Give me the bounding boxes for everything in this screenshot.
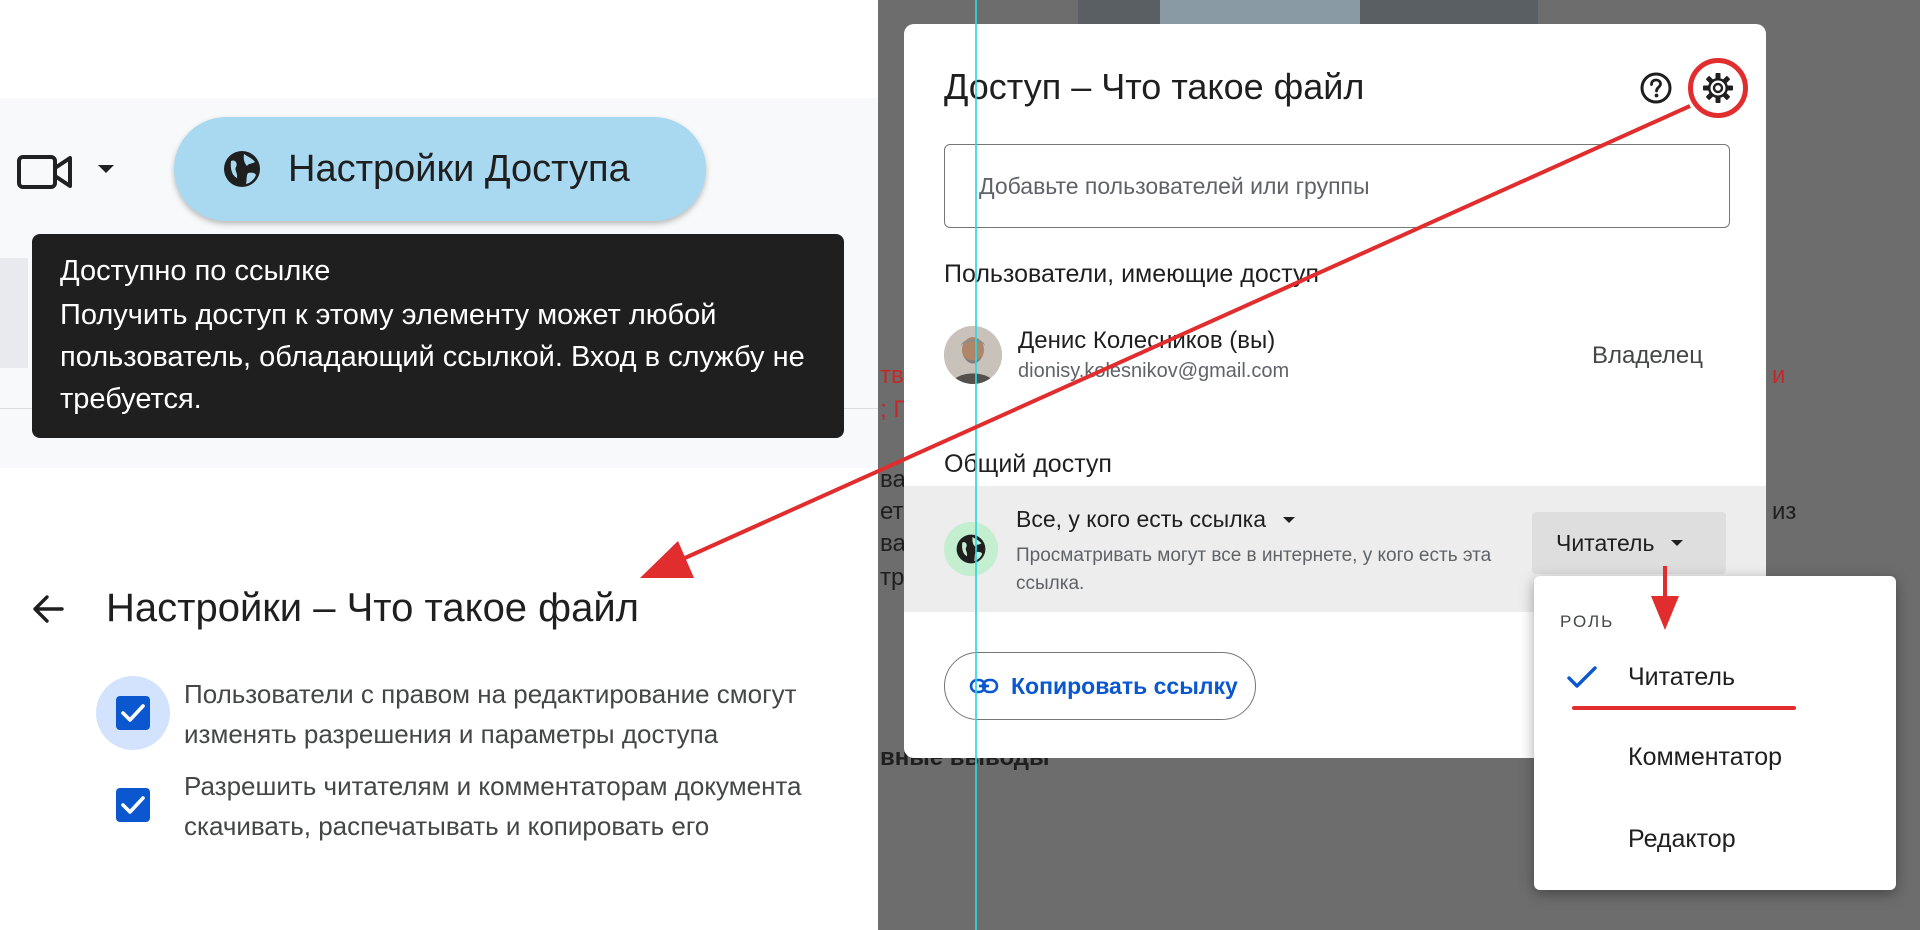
settings-title: Настройки – Что такое файл: [106, 586, 640, 630]
help-icon[interactable]: [1636, 68, 1676, 108]
background-text: ет: [880, 498, 904, 525]
role-menu-item-commenter[interactable]: Комментатор: [1534, 726, 1896, 788]
background-text: ва: [880, 466, 906, 493]
left-panel: Настройки Доступа Доступно по ссылке Пол…: [0, 0, 878, 930]
background-text: из: [1772, 498, 1797, 525]
annotation-circle: [1688, 58, 1748, 118]
globe-badge: [944, 522, 998, 576]
link-icon: [969, 678, 999, 694]
link-scope-dropdown[interactable]: Все, у кого есть ссылка: [1016, 506, 1298, 533]
globe-icon: [224, 151, 260, 187]
link-access-tooltip: Доступно по ссылке Получить доступ к это…: [32, 234, 844, 438]
role-dropdown[interactable]: Читатель: [1532, 512, 1726, 574]
link-scope-label: Все, у кого есть ссылка: [1016, 506, 1266, 532]
background-text: ; Г: [880, 396, 907, 423]
side-fragment: [0, 258, 28, 368]
guide-line: [975, 0, 977, 930]
user-name: Денис Колесников (вы): [1018, 327, 1276, 354]
checkbox-halo: [96, 768, 170, 842]
checkmark-icon: [121, 796, 145, 814]
option-label: Пользователи с правом на редактирование …: [184, 679, 797, 749]
chevron-down-icon: [1283, 516, 1295, 523]
access-settings-button[interactable]: Настройки Доступа: [174, 117, 706, 221]
people-with-access-heading: Пользователи, имеющие доступ: [944, 260, 1320, 288]
background-text: тв: [880, 362, 904, 389]
user-photo-icon: [944, 326, 1002, 384]
background-image-fragment: [1160, 0, 1360, 24]
chevron-down-icon: [1671, 540, 1684, 546]
role-menu-heading: РОЛЬ: [1560, 612, 1615, 631]
owner-role-label: Владелец: [1592, 342, 1704, 369]
back-arrow-icon[interactable]: [30, 591, 66, 627]
tooltip-title: Доступно по ссылке: [60, 255, 331, 287]
tooltip-body: Получить доступ к этому элементу может л…: [60, 299, 805, 415]
role-menu-item-viewer[interactable]: Читатель: [1534, 646, 1896, 708]
role-menu: РОЛЬ Читатель Комментатор Редактор: [1534, 576, 1896, 890]
checkbox-editors[interactable]: [116, 696, 150, 730]
annotation-underline: [1572, 706, 1796, 710]
avatar: [944, 326, 1002, 384]
user-email: dionisy.kolesnikov@gmail.com: [1018, 360, 1290, 382]
role-menu-item-editor[interactable]: Редактор: [1534, 808, 1896, 870]
editors-can-change-permissions-option[interactable]: Пользователи с правом на редактирование …: [96, 676, 864, 754]
globe-icon: [956, 534, 986, 564]
access-settings-label: Настройки Доступа: [288, 147, 630, 190]
checkbox-focus-halo: [96, 676, 170, 750]
general-access-heading: Общий доступ: [944, 450, 1112, 478]
checkbox-viewers[interactable]: [116, 788, 150, 822]
add-people-input[interactable]: [944, 144, 1730, 228]
checkmark-icon: [121, 704, 145, 722]
video-camera-icon[interactable]: [16, 148, 74, 194]
background-text: ва: [880, 530, 906, 557]
copy-link-label: Копировать ссылку: [1011, 672, 1238, 699]
background-text: и: [1772, 362, 1786, 389]
dialog-title: Доступ – Что такое файл: [944, 66, 1365, 107]
chevron-down-icon[interactable]: [92, 155, 120, 183]
copy-link-button[interactable]: Копировать ссылку: [944, 652, 1256, 720]
link-scope-description: Просматривать могут все в интернете, у к…: [1016, 545, 1492, 594]
settings-header: Настройки – Что такое файл: [30, 586, 639, 631]
role-dropdown-label: Читатель: [1556, 529, 1655, 556]
background-text: тр: [880, 564, 905, 591]
option-label: Разрешить читателям и комментаторам доку…: [184, 771, 802, 841]
viewers-can-download-option[interactable]: Разрешить читателям и комментаторам доку…: [96, 768, 864, 846]
